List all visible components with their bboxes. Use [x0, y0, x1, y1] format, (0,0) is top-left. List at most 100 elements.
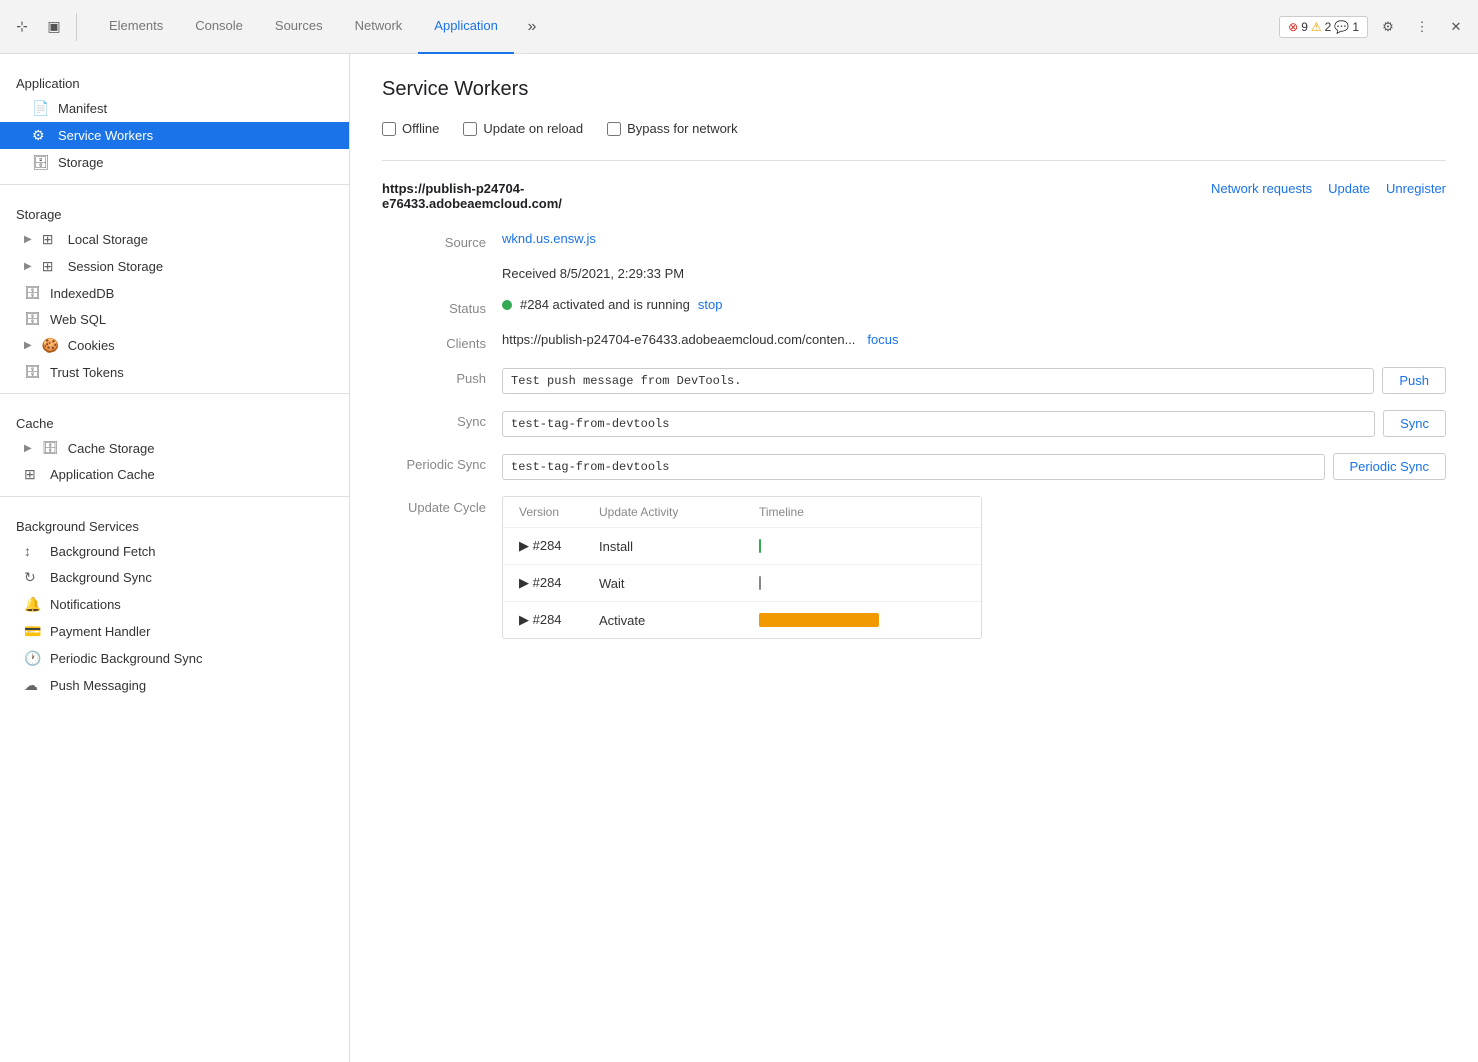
payment-handler-icon: 💳: [24, 623, 42, 640]
sidebar-item-bg-fetch-label: Background Fetch: [50, 544, 156, 559]
sidebar-item-local-storage-label: Local Storage: [68, 232, 148, 247]
tab-application[interactable]: Application: [418, 0, 514, 54]
timeline-wait: [759, 576, 965, 590]
sidebar-item-indexeddb[interactable]: 🗄 IndexedDB: [0, 280, 349, 306]
manifest-icon: 📄: [32, 100, 50, 117]
tab-list: Elements Console Sources Network Applica…: [93, 0, 514, 54]
section-cache-header: Cache: [0, 402, 349, 435]
device-icon[interactable]: ▣: [40, 13, 68, 41]
clients-label: Clients: [382, 332, 502, 351]
sw-actions: Network requests Update Unregister: [1211, 181, 1446, 196]
sidebar-item-local-storage[interactable]: ▶ ⊞ Local Storage: [0, 226, 349, 253]
tab-sources[interactable]: Sources: [259, 0, 339, 54]
tab-elements[interactable]: Elements: [93, 0, 179, 54]
activity-activate: Activate: [599, 613, 759, 628]
sync-input[interactable]: [502, 411, 1375, 437]
sidebar-item-cache-storage[interactable]: ▶ 🗄 Cache Storage: [0, 435, 349, 461]
local-storage-icon: ⊞: [42, 231, 60, 248]
focus-link[interactable]: focus: [867, 332, 898, 347]
push-label: Push: [382, 367, 502, 386]
toolbar-icons: ⊹ ▣: [8, 13, 81, 41]
sw-url: https://publish-p24704- e76433.adobeaemc…: [382, 181, 562, 211]
bg-sync-icon: ↻: [24, 569, 42, 586]
errors-badge[interactable]: ⊗ 9 ⚠ 2 💬 1: [1279, 16, 1368, 38]
application-cache-icon: ⊞: [24, 466, 42, 483]
error-count: 9: [1301, 20, 1308, 34]
clients-row: Clients https://publish-p24704-e76433.ad…: [382, 332, 1446, 351]
more-tabs-button[interactable]: »: [518, 13, 546, 41]
more-options-icon[interactable]: ⋮: [1408, 13, 1436, 41]
sidebar-item-trust-tokens[interactable]: 🗄 Trust Tokens: [0, 359, 349, 385]
settings-icon[interactable]: ⚙: [1374, 13, 1402, 41]
divider-2: [0, 393, 349, 394]
received-label: [382, 266, 502, 270]
cookies-icon: 🍪: [42, 337, 60, 354]
col-timeline: Timeline: [759, 505, 965, 519]
received-value: Received 8/5/2021, 2:29:33 PM: [502, 266, 1446, 281]
status-row: Status #284 activated and is running sto…: [382, 297, 1446, 316]
stop-link[interactable]: stop: [698, 297, 723, 312]
sidebar-item-manifest-label: Manifest: [58, 101, 107, 116]
bypass-checkbox-label[interactable]: Bypass for network: [607, 121, 738, 136]
source-value: wknd.us.ensw.js: [502, 231, 1446, 246]
update-on-reload-checkbox[interactable]: [463, 122, 477, 136]
sidebar-item-manifest[interactable]: 📄 Manifest: [0, 95, 349, 122]
expand-icon: ▶: [24, 234, 32, 245]
divider-3: [0, 496, 349, 497]
indexeddb-icon: 🗄: [24, 285, 42, 301]
sidebar-item-notifications-label: Notifications: [50, 597, 121, 612]
offline-checkbox[interactable]: [382, 122, 396, 136]
sidebar-item-payment-handler[interactable]: 💳 Payment Handler: [0, 618, 349, 645]
version-wait[interactable]: ▶ #284: [519, 575, 599, 591]
warning-icon: ⚠: [1311, 20, 1322, 34]
periodic-sync-button[interactable]: Periodic Sync: [1333, 453, 1446, 480]
service-workers-icon: ⚙: [32, 127, 50, 144]
error-icon: ⊗: [1288, 20, 1298, 34]
sidebar-item-web-sql-label: Web SQL: [50, 312, 106, 327]
sidebar-item-bg-sync[interactable]: ↻ Background Sync: [0, 564, 349, 591]
sidebar-item-notifications[interactable]: 🔔 Notifications: [0, 591, 349, 618]
status-indicator: #284 activated and is running stop: [502, 297, 1446, 312]
offline-checkbox-label[interactable]: Offline: [382, 121, 439, 136]
update-on-reload-checkbox-label[interactable]: Update on reload: [463, 121, 583, 136]
network-requests-link[interactable]: Network requests: [1211, 181, 1312, 196]
sync-button[interactable]: Sync: [1383, 410, 1446, 437]
expand-icon-4: ▶: [24, 443, 32, 454]
close-icon[interactable]: ✕: [1442, 13, 1470, 41]
version-activate[interactable]: ▶ #284: [519, 612, 599, 628]
unregister-link[interactable]: Unregister: [1386, 181, 1446, 196]
bypass-checkbox[interactable]: [607, 122, 621, 136]
web-sql-icon: 🗄: [24, 311, 42, 327]
status-label: Status: [382, 297, 502, 316]
tab-console[interactable]: Console: [179, 0, 259, 54]
sidebar-item-periodic-bg-sync-label: Periodic Background Sync: [50, 651, 202, 666]
version-install[interactable]: ▶ #284: [519, 538, 599, 554]
sidebar-item-service-workers[interactable]: ⚙ Service Workers: [0, 122, 349, 149]
push-input[interactable]: [502, 368, 1374, 394]
update-link[interactable]: Update: [1328, 181, 1370, 196]
sidebar-item-application-cache-label: Application Cache: [50, 467, 155, 482]
push-button[interactable]: Push: [1382, 367, 1446, 394]
periodic-sync-input[interactable]: [502, 454, 1325, 480]
expand-icon-3: ▶: [24, 340, 32, 351]
sidebar-item-bg-fetch[interactable]: ↕ Background Fetch: [0, 538, 349, 564]
push-messaging-icon: ☁: [24, 677, 42, 694]
source-file-link[interactable]: wknd.us.ensw.js: [502, 231, 596, 246]
sync-row: Sync Sync: [382, 410, 1446, 437]
sidebar-item-storage[interactable]: 🗄 Storage: [0, 149, 349, 176]
sidebar-item-application-cache[interactable]: ⊞ Application Cache: [0, 461, 349, 488]
sidebar-item-push-messaging[interactable]: ☁ Push Messaging: [0, 672, 349, 699]
source-row: Source wknd.us.ensw.js: [382, 231, 1446, 250]
sidebar-item-web-sql[interactable]: 🗄 Web SQL: [0, 306, 349, 332]
sidebar-item-session-storage[interactable]: ▶ ⊞ Session Storage: [0, 253, 349, 280]
sync-input-row: Sync: [502, 410, 1446, 437]
warning-count: 2: [1325, 20, 1332, 34]
cursor-icon[interactable]: ⊹: [8, 13, 36, 41]
sidebar-item-periodic-bg-sync[interactable]: 🕐 Periodic Background Sync: [0, 645, 349, 672]
tab-network[interactable]: Network: [339, 0, 419, 54]
sidebar-item-cookies-label: Cookies: [68, 338, 115, 353]
content-divider: [382, 160, 1446, 161]
status-value: #284 activated and is running stop: [502, 297, 1446, 312]
sidebar-item-cookies[interactable]: ▶ 🍪 Cookies: [0, 332, 349, 359]
content-area: Service Workers Offline Update on reload…: [350, 54, 1478, 1062]
